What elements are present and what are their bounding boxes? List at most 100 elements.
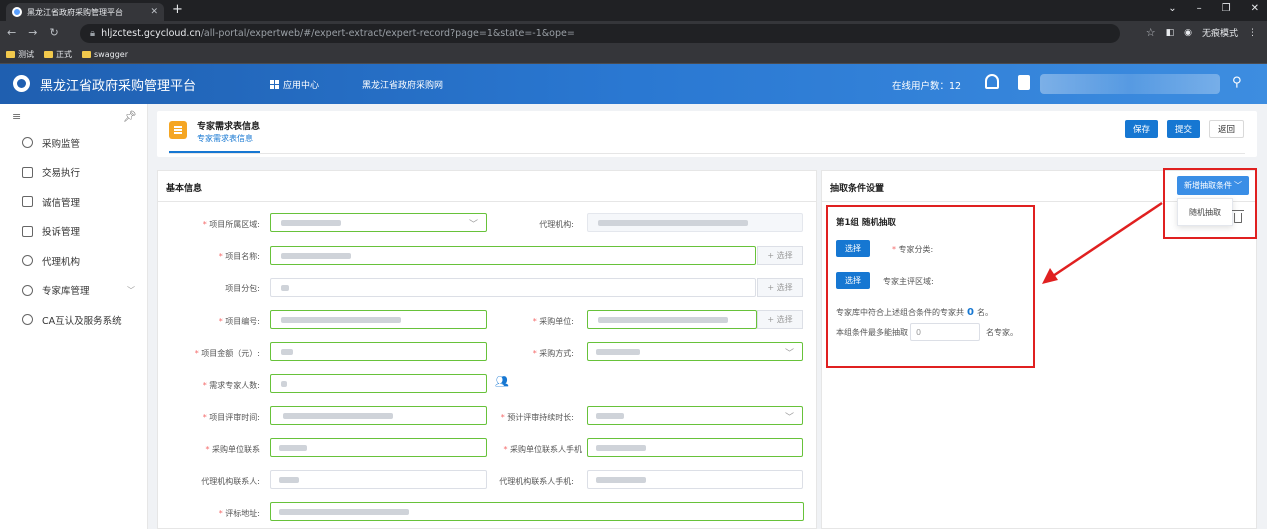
page-header: 专家需求表信息 专家需求表信息 — [157, 111, 1257, 157]
shield-icon — [22, 137, 33, 149]
maximize-icon[interactable]: ❐ — [1222, 3, 1231, 14]
submit-button[interactable]: 提交 — [1167, 120, 1200, 138]
agency-contact-label: 代理机构联系人: — [201, 477, 260, 486]
experts-needed-label: * 需求专家人数: — [202, 381, 260, 390]
grid-icon — [270, 80, 279, 89]
incognito-label[interactable]: 无痕模式 — [1202, 26, 1238, 39]
site-favicon-icon — [12, 7, 22, 17]
project-code-input[interactable] — [270, 310, 487, 329]
forward-arrow-icon[interactable]: → — [28, 26, 37, 39]
region-select[interactable]: ﹀ — [270, 213, 487, 232]
tab-search-icon[interactable]: ⌄ — [1168, 3, 1176, 14]
divider — [169, 153, 1245, 154]
sidebar-item-complaints[interactable]: 投诉管理 — [0, 217, 147, 247]
agency-field — [587, 213, 803, 232]
duration-select[interactable]: ﹀ — [587, 406, 803, 425]
online-users: 在线用户数：12 — [892, 81, 962, 92]
experts-needed-input[interactable] — [270, 374, 487, 393]
sidepanel-icon[interactable]: ◧ — [1166, 28, 1175, 38]
amount-input[interactable] — [270, 342, 487, 361]
app-center-link[interactable]: 应用中心 — [270, 78, 319, 91]
page-title: 专家需求表信息 — [197, 122, 261, 132]
package-select-button[interactable]: + 选择 — [757, 278, 803, 297]
tab-title: 黑龙江省政府采购管理平台 — [27, 7, 123, 17]
sidebar-item-procurement-supervision[interactable]: 采购监管 — [0, 128, 147, 158]
menu-toggle-icon[interactable]: ≡ — [12, 110, 21, 128]
buyer-select-button[interactable]: + 选择 — [757, 310, 803, 329]
agency-phone-input[interactable] — [587, 470, 803, 489]
browser-tabbar: 黑龙江省政府采购管理平台 ✕ + ⌄ – ❐ ✕ — [0, 0, 1267, 21]
agency-label: 代理机构: — [539, 220, 574, 229]
chevron-down-icon: ﹀ — [784, 349, 794, 359]
url-path: /all-portal/expertweb/#/expert-extract/e… — [200, 28, 575, 39]
sidebar-item-expert-library[interactable]: 专家库管理 ﹀ — [0, 276, 147, 306]
back-button[interactable]: 返回 — [1209, 120, 1244, 138]
app-logo-icon — [13, 75, 30, 92]
app-header: 黑龙江省政府采购管理平台 应用中心 黑龙江省政府采购网 在线用户数：12 ⚲ — [0, 64, 1267, 104]
address-label: * 评标地址: — [218, 509, 260, 518]
user-icon[interactable]: ⚲ — [1232, 75, 1242, 90]
close-window-icon[interactable]: ✕ — [1251, 3, 1259, 14]
complaint-icon — [22, 225, 33, 237]
package-input[interactable] — [270, 278, 756, 297]
close-tab-icon[interactable]: ✕ — [150, 7, 158, 17]
gov-procurement-link[interactable]: 黑龙江省政府采购网 — [362, 78, 443, 91]
clipboard-icon — [22, 166, 33, 178]
divider — [158, 201, 816, 202]
folder-icon — [44, 51, 53, 58]
project-select-button[interactable]: + 选择 — [757, 246, 803, 265]
document-icon[interactable] — [1018, 75, 1030, 90]
bookmark-star-icon[interactable]: ☆ — [1146, 26, 1156, 39]
minimize-icon[interactable]: – — [1197, 3, 1202, 14]
user-name-redacted[interactable] — [1040, 74, 1220, 94]
save-button[interactable]: 保存 — [1125, 120, 1158, 138]
buyer-contact-input[interactable] — [270, 438, 487, 457]
project-name-label: * 项目名称: — [218, 252, 260, 261]
package-label: 项目分包: — [225, 284, 260, 293]
browser-tab[interactable]: 黑龙江省政府采购管理平台 ✕ — [6, 3, 164, 21]
new-tab-icon[interactable]: + — [172, 2, 183, 17]
list-icon — [22, 196, 33, 208]
annotation-box-group — [826, 205, 1035, 368]
duration-label: * 预计评审持续时长: — [500, 413, 574, 422]
back-arrow-icon[interactable]: ← — [7, 26, 16, 39]
project-name-input[interactable] — [270, 246, 756, 265]
chevron-down-icon: ﹀ — [784, 413, 794, 423]
bookmark-folder[interactable]: 测试 — [6, 49, 34, 60]
method-select[interactable]: ﹀ — [587, 342, 803, 361]
browser-toolbar: ← → ↻ 🔒︎ hljzctest.gcycloud.cn/all-porta… — [0, 21, 1267, 46]
sidebar-item-credit[interactable]: 诚信管理 — [0, 187, 147, 217]
bell-icon[interactable] — [985, 74, 999, 89]
bookmark-folder[interactable]: swagger — [82, 50, 128, 59]
agency-contact-input[interactable] — [270, 470, 487, 489]
people-icon[interactable]: 👥︎ — [495, 375, 509, 388]
buyer-input[interactable] — [587, 310, 757, 329]
user-badge-icon — [22, 314, 33, 326]
pin-icon[interactable]: 📌︎ — [123, 110, 137, 128]
reload-icon[interactable]: ↻ — [49, 26, 58, 39]
extract-conditions-title: 抽取条件设置 — [830, 184, 885, 194]
sidebar-item-agency[interactable]: 代理机构 — [0, 246, 147, 276]
buyer-phone-input[interactable] — [587, 438, 803, 457]
tab-expert-demand-info[interactable]: 专家需求表信息 — [197, 133, 253, 144]
folder-icon — [6, 51, 15, 58]
review-time-label: * 项目评审时间: — [202, 413, 260, 422]
address-bar[interactable]: 🔒︎ hljzctest.gcycloud.cn/all-portal/expe… — [80, 24, 1120, 43]
sidebar-item-ca[interactable]: CA互认及服务系统 — [0, 305, 147, 335]
review-time-input[interactable] — [270, 406, 487, 425]
bookmark-folder[interactable]: 正式 — [44, 49, 72, 60]
app-name: 黑龙江省政府采购管理平台 — [40, 79, 197, 94]
agency-phone-label: 代理机构联系人手机: — [499, 477, 574, 486]
gear-icon — [22, 284, 33, 296]
buyer-contact-label: * 采购单位联系 — [205, 445, 260, 454]
chevron-down-icon: ﹀ — [468, 220, 478, 230]
address-input[interactable] — [270, 502, 804, 521]
amount-label: * 项目金额（元）: — [194, 349, 260, 358]
sidebar: ≡ 📌︎ 采购监管 交易执行 诚信管理 投诉管理 代理机构 专家库管理 ﹀ CA互… — [0, 104, 148, 529]
buyer-phone-label: * 采购单位联系人手机 — [503, 445, 582, 454]
browser-menu-icon[interactable]: ⋮ — [1248, 28, 1257, 38]
annotation-box-add — [1163, 168, 1257, 239]
sidebar-item-transaction[interactable]: 交易执行 — [0, 158, 147, 188]
method-label: * 采购方式: — [532, 349, 574, 358]
folder-icon — [82, 51, 91, 58]
